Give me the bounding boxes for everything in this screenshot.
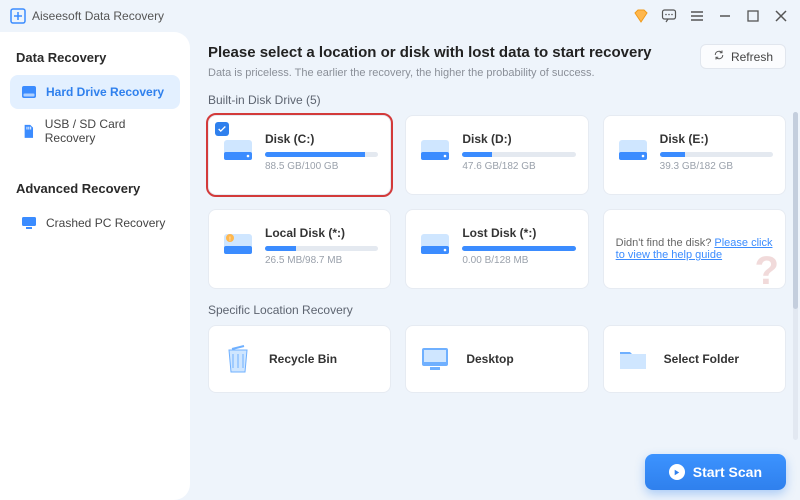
refresh-label: Refresh (731, 50, 773, 64)
sidebar-item-label: Crashed PC Recovery (46, 216, 165, 230)
folder-icon (614, 340, 652, 378)
app-logo-icon (10, 8, 26, 24)
disk-drive-icon (221, 134, 255, 168)
refresh-button[interactable]: Refresh (700, 44, 786, 69)
location-label: Desktop (466, 352, 513, 366)
drive-card-e[interactable]: Disk (E:) 39.3 GB/182 GB (603, 115, 786, 195)
refresh-icon (713, 49, 725, 64)
sidebar-item-label: Hard Drive Recovery (46, 85, 164, 99)
drive-usage: 47.6 GB/182 GB (462, 161, 575, 172)
scan-button-label: Start Scan (693, 464, 762, 480)
drive-cards-row: Disk (C:) 88.5 GB/100 GB Disk (D:) 47.6 … (208, 115, 786, 195)
page-heading: Please select a location or disk with lo… (208, 44, 688, 61)
location-select-folder[interactable]: Select Folder (603, 325, 786, 393)
drive-card-lost[interactable]: Lost Disk (*:) 0.00 B/128 MB (405, 209, 588, 289)
app-title: Aiseesoft Data Recovery (32, 9, 164, 23)
location-cards-row: Recycle Bin Desktop Select Folder (208, 325, 786, 393)
scan-play-icon (669, 464, 685, 480)
help-hint-card: Didn't find the disk? Please click to vi… (603, 209, 786, 289)
main-panel: Please select a location or disk with lo… (190, 32, 800, 500)
feedback-icon[interactable] (660, 7, 678, 25)
sidebar-item-label: USB / SD Card Recovery (45, 117, 170, 145)
maximize-button[interactable] (744, 7, 762, 25)
sidebar-item-crashed-pc-recovery[interactable]: Crashed PC Recovery (10, 206, 180, 240)
drive-name: Lost Disk (*:) (462, 226, 575, 240)
sd-card-icon (20, 122, 37, 140)
location-label: Select Folder (664, 352, 739, 366)
scrollbar[interactable] (793, 112, 798, 440)
specific-section-label: Specific Location Recovery (208, 303, 786, 317)
hint-text: Didn't find the disk? (616, 237, 715, 249)
drive-card-local[interactable]: ! Local Disk (*:) 26.5 MB/98.7 MB (208, 209, 391, 289)
scrollbar-thumb[interactable] (793, 112, 798, 309)
close-button[interactable] (772, 7, 790, 25)
location-label: Recycle Bin (269, 352, 337, 366)
page-subheading: Data is priceless. The earlier the recov… (208, 67, 688, 79)
titlebar: Aiseesoft Data Recovery (0, 0, 800, 32)
drive-usage: 0.00 B/128 MB (462, 255, 575, 266)
disk-drive-icon (616, 134, 650, 168)
sidebar-item-hard-drive-recovery[interactable]: Hard Drive Recovery (10, 75, 180, 109)
recycle-bin-icon (219, 340, 257, 378)
drive-name: Disk (E:) (660, 132, 773, 146)
drive-name: Disk (C:) (265, 132, 378, 146)
title-actions (632, 7, 790, 25)
drive-name: Local Disk (*:) (265, 226, 378, 240)
drive-usage: 26.5 MB/98.7 MB (265, 255, 378, 266)
disk-drive-icon (418, 228, 452, 262)
sidebar-item-usb-sd-recovery[interactable]: USB / SD Card Recovery (10, 109, 180, 153)
sidebar: Data Recovery Hard Drive Recovery USB / … (0, 32, 190, 500)
menu-icon[interactable] (688, 7, 706, 25)
minimize-button[interactable] (716, 7, 734, 25)
desktop-icon (416, 340, 454, 378)
disk-drive-warn-icon: ! (221, 228, 255, 262)
sidebar-section-title: Advanced Recovery (16, 181, 174, 196)
drive-card-c[interactable]: Disk (C:) 88.5 GB/100 GB (208, 115, 391, 195)
monitor-icon (20, 214, 38, 232)
drive-name: Disk (D:) (462, 132, 575, 146)
drive-cards-row-2: ! Local Disk (*:) 26.5 MB/98.7 MB Lost D… (208, 209, 786, 289)
hard-drive-icon (20, 83, 38, 101)
drive-usage: 88.5 GB/100 GB (265, 161, 378, 172)
vip-diamond-icon[interactable] (632, 7, 650, 25)
disk-drive-icon (418, 134, 452, 168)
location-desktop[interactable]: Desktop (405, 325, 588, 393)
sidebar-section-title: Data Recovery (16, 50, 174, 65)
question-mark-icon: ? (755, 249, 779, 289)
drive-card-d[interactable]: Disk (D:) 47.6 GB/182 GB (405, 115, 588, 195)
builtin-section-label: Built-in Disk Drive (5) (208, 93, 786, 107)
start-scan-button[interactable]: Start Scan (645, 454, 786, 490)
drive-usage: 39.3 GB/182 GB (660, 161, 773, 172)
selected-check-icon (215, 122, 229, 136)
location-recycle-bin[interactable]: Recycle Bin (208, 325, 391, 393)
